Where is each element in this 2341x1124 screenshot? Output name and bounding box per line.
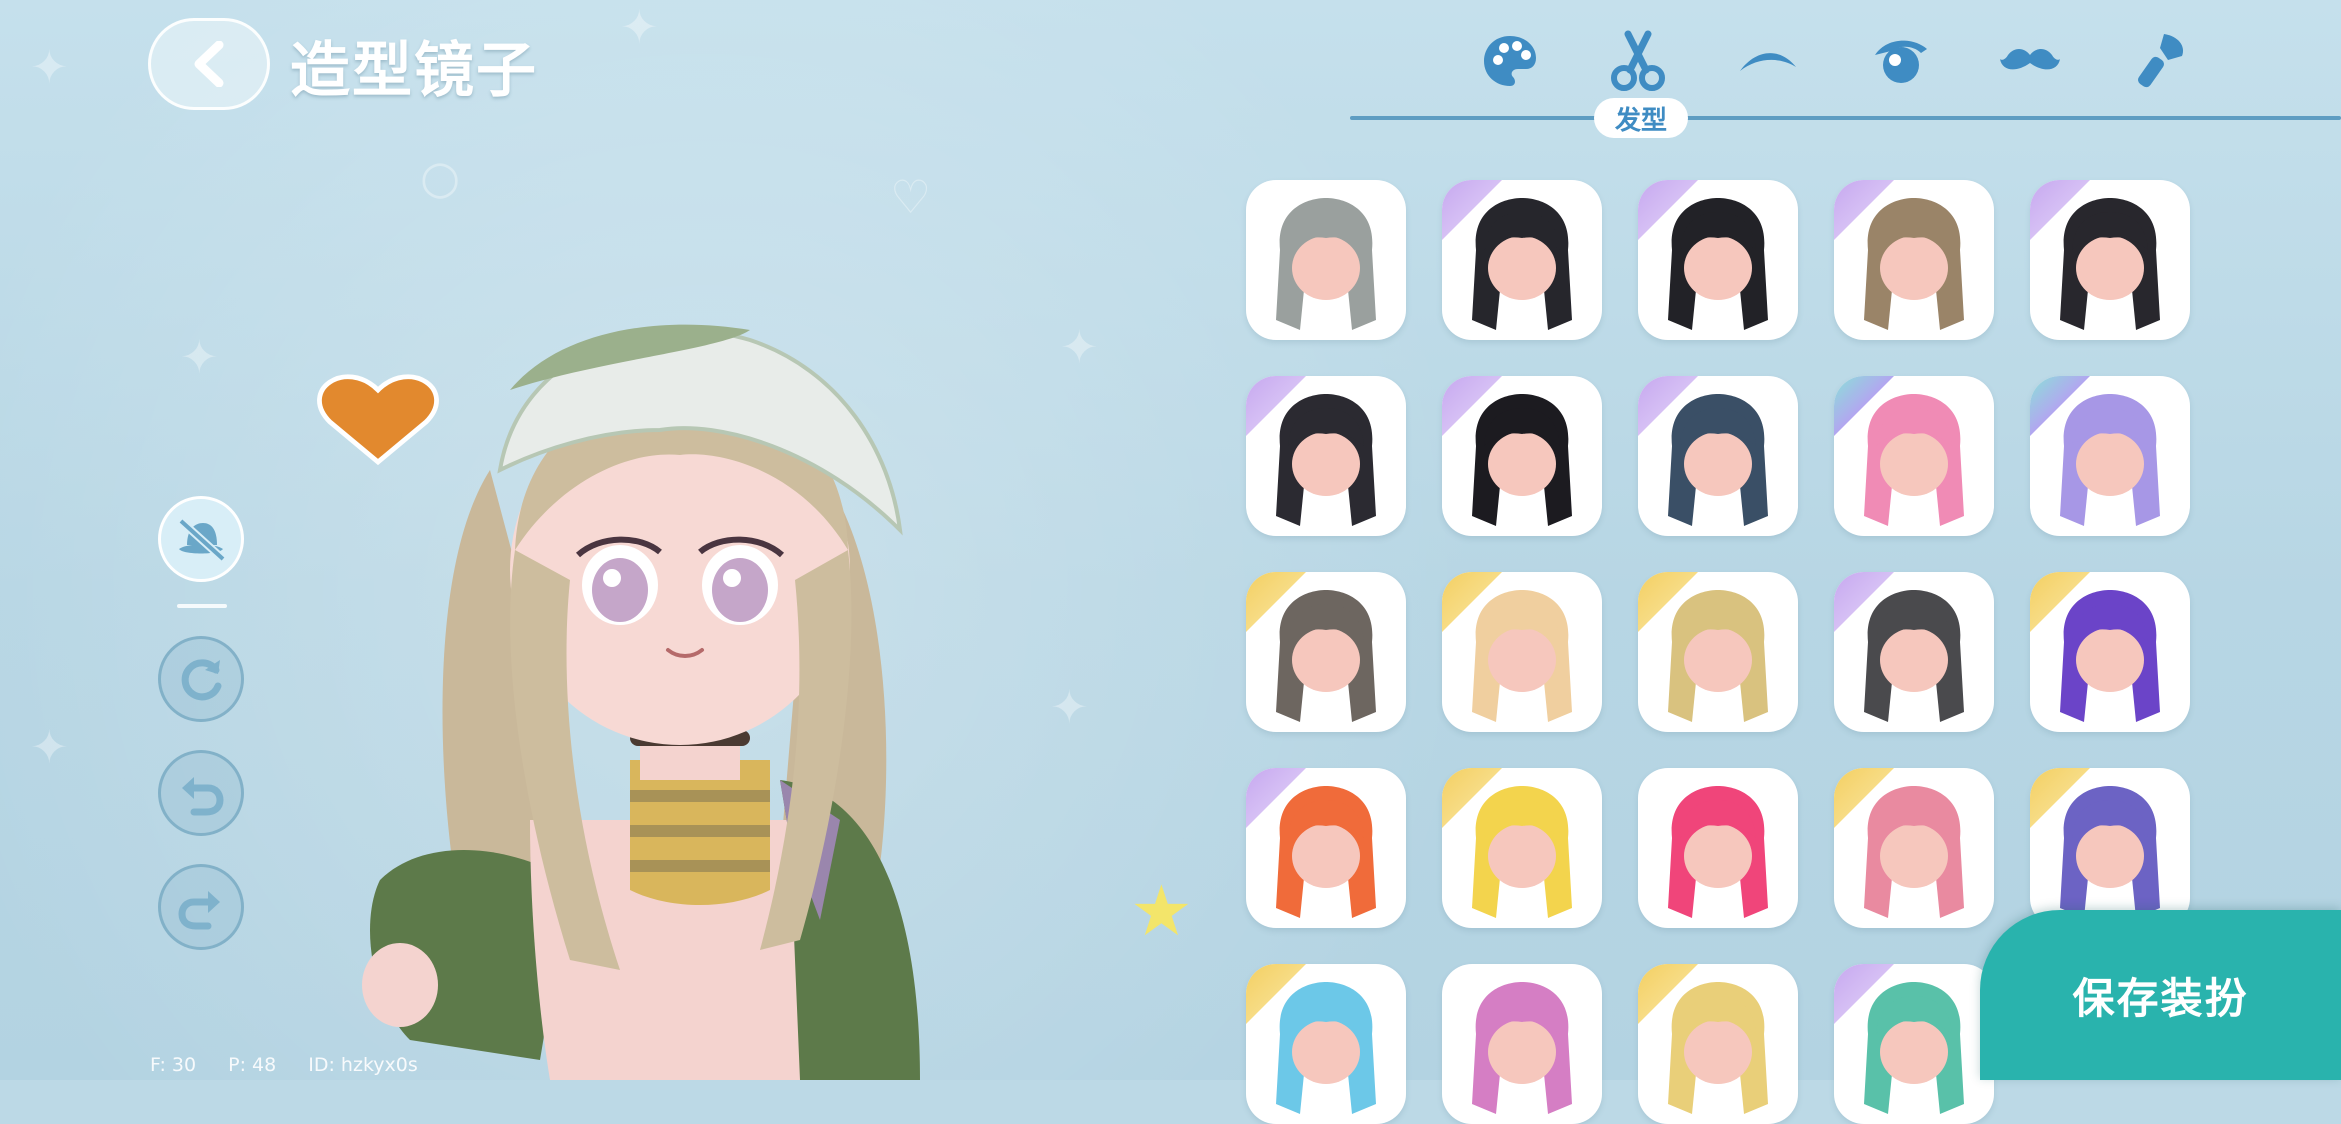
palette-icon xyxy=(1484,36,1536,86)
yellow-star-icon: ★ xyxy=(1130,870,1193,952)
tab-active-label: 发型 xyxy=(1594,98,1688,138)
hairstyle-item[interactable] xyxy=(2030,376,2190,536)
hairstyle-item[interactable] xyxy=(2030,180,2190,340)
star-decoration-icon: ✦ xyxy=(1050,680,1089,734)
reset-icon xyxy=(181,659,222,701)
star-decoration-icon: ✦ xyxy=(180,330,219,384)
circle-decoration-icon: ○ xyxy=(420,150,461,204)
hairstyle-item[interactable] xyxy=(1638,572,1798,732)
tab-hairstyle[interactable] xyxy=(1598,26,1678,96)
hairstyle-item[interactable] xyxy=(1246,376,1406,536)
hairstyle-preview-icon xyxy=(1668,786,1768,918)
hide-hat-icon xyxy=(178,518,226,562)
save-outfit-button[interactable]: 保存装扮 xyxy=(1980,910,2341,1080)
hairstyle-preview-icon xyxy=(1864,786,1964,918)
category-tabs xyxy=(1470,26,2210,96)
hairstyle-preview-icon xyxy=(1276,394,1376,526)
hairstyle-item[interactable] xyxy=(1834,376,1994,536)
page-title: 造型镜子 xyxy=(290,36,538,106)
hairstyle-preview-icon xyxy=(1276,590,1376,722)
redo-icon xyxy=(178,891,220,930)
hairstyle-preview-icon xyxy=(1668,590,1768,722)
controls-divider xyxy=(177,604,227,608)
hairstyle-preview-icon xyxy=(1668,982,1768,1114)
hairstyle-item[interactable] xyxy=(1246,572,1406,732)
hairstyle-item[interactable] xyxy=(1638,768,1798,928)
makeup-brush-icon xyxy=(2138,34,2184,88)
heart-decoration-icon: ♡ xyxy=(890,170,932,224)
hairstyle-preview-icon xyxy=(1276,786,1376,918)
hairstyle-item[interactable] xyxy=(1442,180,1602,340)
hairstyle-item[interactable] xyxy=(1834,964,1994,1124)
hairstyle-preview-icon xyxy=(1276,198,1376,330)
hairstyle-preview-icon xyxy=(2060,198,2160,330)
hairstyle-preview-icon xyxy=(1864,198,1964,330)
hairstyle-item[interactable] xyxy=(1442,964,1602,1124)
hairstyle-preview-icon xyxy=(2060,786,2160,918)
tab-eye[interactable] xyxy=(1860,26,1940,96)
hairstyle-preview-icon xyxy=(1472,394,1572,526)
hairstyle-preview-icon xyxy=(1276,982,1376,1114)
hairstyle-preview-icon xyxy=(2060,394,2160,526)
hairstyle-preview-icon xyxy=(1472,198,1572,330)
hairstyle-item[interactable] xyxy=(1442,572,1602,732)
hairstyle-preview-icon xyxy=(1472,786,1572,918)
hairstyle-item[interactable] xyxy=(1834,768,1994,928)
tab-eyebrow[interactable] xyxy=(1728,26,1808,96)
hairstyle-preview-icon xyxy=(1864,394,1964,526)
tab-palette[interactable] xyxy=(1470,26,1550,96)
tab-mustache[interactable] xyxy=(1990,26,2070,96)
hairstyle-item[interactable] xyxy=(1638,964,1798,1124)
save-outfit-label: 保存装扮 xyxy=(2072,973,2249,1023)
hairstyle-item[interactable] xyxy=(1442,376,1602,536)
hairstyle-preview-icon xyxy=(1864,590,1964,722)
fps-readout: F: 30 xyxy=(150,1054,197,1076)
hairstyle-item[interactable] xyxy=(1442,768,1602,928)
hairstyle-preview-icon xyxy=(1472,982,1572,1114)
hairstyle-preview-icon xyxy=(2060,590,2160,722)
hairstyle-item[interactable] xyxy=(1638,180,1798,340)
reset-button[interactable] xyxy=(158,636,244,722)
hairstyle-item[interactable] xyxy=(1246,768,1406,928)
hairstyle-item[interactable] xyxy=(2030,572,2190,732)
hairstyle-item[interactable] xyxy=(1834,572,1994,732)
mustache-icon xyxy=(2000,49,2060,70)
hide-hat-button[interactable] xyxy=(158,496,244,582)
undo-button[interactable] xyxy=(158,750,244,836)
hairstyle-item[interactable] xyxy=(1638,376,1798,536)
tab-underline xyxy=(1350,116,2341,120)
scissors-icon xyxy=(1611,30,1665,91)
hairstyle-preview-icon xyxy=(1472,590,1572,722)
tab-makeup[interactable] xyxy=(2120,26,2200,96)
star-decoration-icon: ✦ xyxy=(620,0,659,54)
character-avatar[interactable] xyxy=(300,320,1000,1080)
hairstyle-item[interactable] xyxy=(1834,180,1994,340)
undo-icon xyxy=(182,777,224,816)
ping-readout: P: 48 xyxy=(228,1054,277,1076)
eyebrow-icon xyxy=(1740,53,1796,71)
hairstyle-preview-icon xyxy=(1668,198,1768,330)
redo-button[interactable] xyxy=(158,864,244,950)
eye-icon xyxy=(1875,40,1927,83)
chevron-left-icon xyxy=(194,41,224,87)
star-decoration-icon: ✦ xyxy=(30,40,69,94)
hairstyle-preview-icon xyxy=(1668,394,1768,526)
hairstyle-preview-icon xyxy=(1864,982,1964,1114)
back-button[interactable] xyxy=(148,18,270,110)
star-decoration-icon: ✦ xyxy=(1060,320,1099,374)
star-decoration-icon: ✦ xyxy=(30,720,69,774)
hairstyle-item[interactable] xyxy=(1246,180,1406,340)
hairstyle-item[interactable] xyxy=(2030,768,2190,928)
hairstyle-item[interactable] xyxy=(1246,964,1406,1124)
